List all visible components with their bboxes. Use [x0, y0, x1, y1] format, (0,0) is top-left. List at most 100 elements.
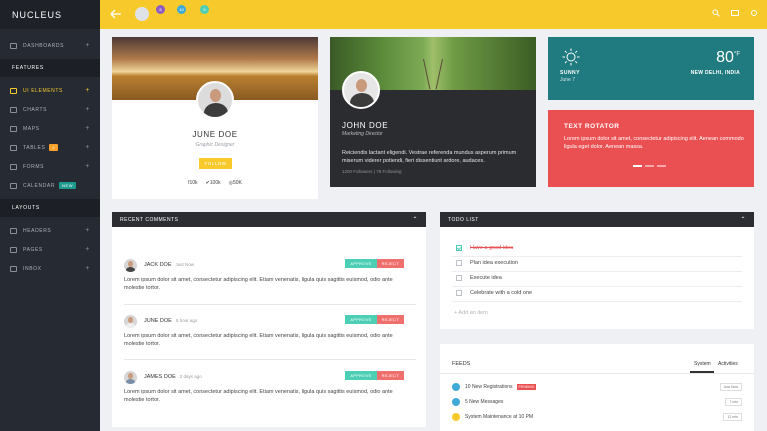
profile-name: JUNE DOE: [192, 130, 238, 139]
approve-button[interactable]: APPROVE: [345, 315, 377, 324]
sidebar-item-tables[interactable]: TABLES 2 +: [0, 138, 100, 157]
weather-date: June 7: [560, 77, 576, 83]
feed-item[interactable]: System Maintenance at 10 PM 12 min: [452, 412, 742, 422]
search-icon[interactable]: [712, 9, 720, 17]
panel-title: RECENT COMMENTS: [120, 216, 179, 223]
divider: [452, 271, 742, 272]
panel-header: TODO LIST ⌃: [440, 212, 754, 227]
user-avatar[interactable]: [135, 7, 149, 21]
notifications-badge[interactable]: 10: [177, 5, 186, 14]
todo-list-panel: TODO LIST ⌃ Have a good idea Plan idea ex…: [440, 212, 754, 329]
feed-item[interactable]: 5 New Messages 7 min: [452, 397, 742, 407]
brand-name: NUCLEUS: [12, 9, 63, 20]
panel-title: TODO LIST: [448, 216, 479, 223]
plus-icon: +: [85, 227, 90, 234]
checkbox[interactable]: [456, 275, 462, 281]
facebook-stat[interactable]: f10k: [188, 180, 197, 186]
sidebar-item-charts[interactable]: CHARTS +: [0, 100, 100, 119]
feeds-panel: FEEDS System Activities 10 New Registrat…: [440, 344, 754, 431]
todo-item[interactable]: Have a good idea: [456, 245, 513, 251]
add-item-button[interactable]: + Add an item: [454, 310, 488, 316]
dashboard-icon: [10, 42, 17, 49]
todo-item[interactable]: Celebrate with a cold one: [456, 290, 532, 296]
profile-bio: Reiciendis lactant eligendi. Vestrae ref…: [342, 150, 517, 165]
calendar-label: CALENDAR: [23, 182, 56, 189]
back-arrow-icon[interactable]: [110, 9, 122, 19]
panel-header: RECENT COMMENTS ⌃: [112, 212, 426, 227]
divider: [452, 301, 742, 302]
facebook-count: 10k: [189, 180, 198, 186]
pending-badge: PENDING: [516, 384, 537, 390]
badge-count: 8: [159, 7, 162, 12]
collapse-icon[interactable]: ⌃: [740, 216, 746, 223]
rotator-dots[interactable]: [633, 165, 666, 167]
sidebar-item-label: HEADERS: [23, 227, 52, 234]
checkbox[interactable]: [456, 260, 462, 266]
dot-1[interactable]: [633, 165, 642, 167]
sidebar-item-headers[interactable]: HEADERS +: [0, 221, 100, 240]
social-stats: f10k ✔100k ◎50K: [112, 180, 318, 186]
comment-avatar: [124, 259, 137, 272]
brand-logo[interactable]: NUCLEUS: [0, 0, 100, 29]
sidebar-item-calendar[interactable]: CALENDAR NEW: [0, 176, 100, 195]
sidebar-item-maps[interactable]: MAPS +: [0, 119, 100, 138]
feed-time: 12 min: [723, 413, 742, 421]
temp-unit: °F: [733, 51, 740, 58]
reject-button[interactable]: REJECT: [376, 259, 404, 268]
plus-icon: +: [85, 265, 90, 272]
comment-time: 5 hour ago: [175, 318, 198, 323]
sidebar-item-label: PAGES: [23, 246, 43, 253]
profile-avatar: [342, 71, 380, 109]
settings-icon[interactable]: [750, 9, 758, 17]
plus-icon: +: [85, 246, 90, 253]
messages-badge[interactable]: 5: [200, 5, 209, 14]
sidebar-item-inbox[interactable]: INBOX +: [0, 259, 100, 278]
twitter-stat[interactable]: ✔100k: [206, 180, 221, 186]
todo-label: Celebrate with a cold one: [470, 290, 533, 296]
inbox-icon[interactable]: [731, 9, 739, 17]
reject-button[interactable]: REJECT: [376, 315, 404, 324]
approve-button[interactable]: APPROVE: [345, 371, 377, 380]
twitter-count: 100k: [209, 180, 221, 186]
topbar: 8 10 5: [100, 0, 767, 29]
comment-actions: APPROVE REJECT: [345, 371, 404, 380]
panel-title: FEEDS: [452, 361, 471, 367]
checkbox[interactable]: [456, 290, 462, 296]
followers-count: 1200 Followers: [342, 169, 373, 174]
new-badge: NEW: [59, 181, 77, 189]
follow-button[interactable]: FOLLOW: [199, 158, 232, 169]
sidebar: NUCLEUS DASHBOARDS + FEATURES UI ELEMENT…: [0, 0, 100, 431]
author-name: JAMES DOE: [144, 374, 176, 380]
sidebar-item-forms[interactable]: FORMS +: [0, 157, 100, 176]
sidebar-item-pages[interactable]: PAGES +: [0, 240, 100, 259]
comment-actions: APPROVE REJECT: [345, 259, 404, 268]
divider: [124, 359, 416, 360]
checkbox-checked[interactable]: [456, 245, 462, 251]
plus-icon: +: [85, 87, 90, 94]
tab-activities[interactable]: Activities: [718, 361, 738, 367]
profile-role: Graphic Designer: [195, 142, 235, 148]
follow-label: FOLLOW: [204, 161, 227, 166]
instagram-stat[interactable]: ◎50K: [229, 180, 242, 186]
dot-2[interactable]: [645, 165, 654, 167]
reject-button[interactable]: REJECT: [376, 371, 404, 380]
collapse-icon[interactable]: ⌃: [412, 216, 418, 223]
todo-item[interactable]: Execute idea: [456, 275, 502, 281]
profile-badge[interactable]: 8: [156, 5, 165, 14]
instagram-count: 50K: [232, 180, 242, 186]
rotator-title: TEXT ROTATOR: [564, 123, 620, 130]
feed-item[interactable]: 10 New Registrations PENDING Just Now: [452, 382, 742, 392]
sidebar-item-label: CALENDAR NEW: [23, 181, 90, 189]
dot-3[interactable]: [657, 165, 666, 167]
headers-icon: [10, 227, 17, 234]
sidebar-item-ui-elements[interactable]: UI ELEMENTS +: [0, 81, 100, 100]
tab-system[interactable]: System: [694, 361, 711, 367]
ui-elements-icon: [10, 87, 17, 94]
tables-icon: [10, 144, 17, 151]
sidebar-item-dashboards[interactable]: DASHBOARDS +: [0, 36, 100, 55]
todo-item[interactable]: Plan idea execution: [456, 260, 518, 266]
approve-button[interactable]: APPROVE: [345, 259, 377, 268]
text-rotator-card: TEXT ROTATOR Lorem ipsum dolor sit amet,…: [548, 110, 754, 187]
rotator-text: Lorem ipsum dolor sit amet, consectetur …: [564, 136, 744, 151]
user-icon: [452, 383, 460, 391]
